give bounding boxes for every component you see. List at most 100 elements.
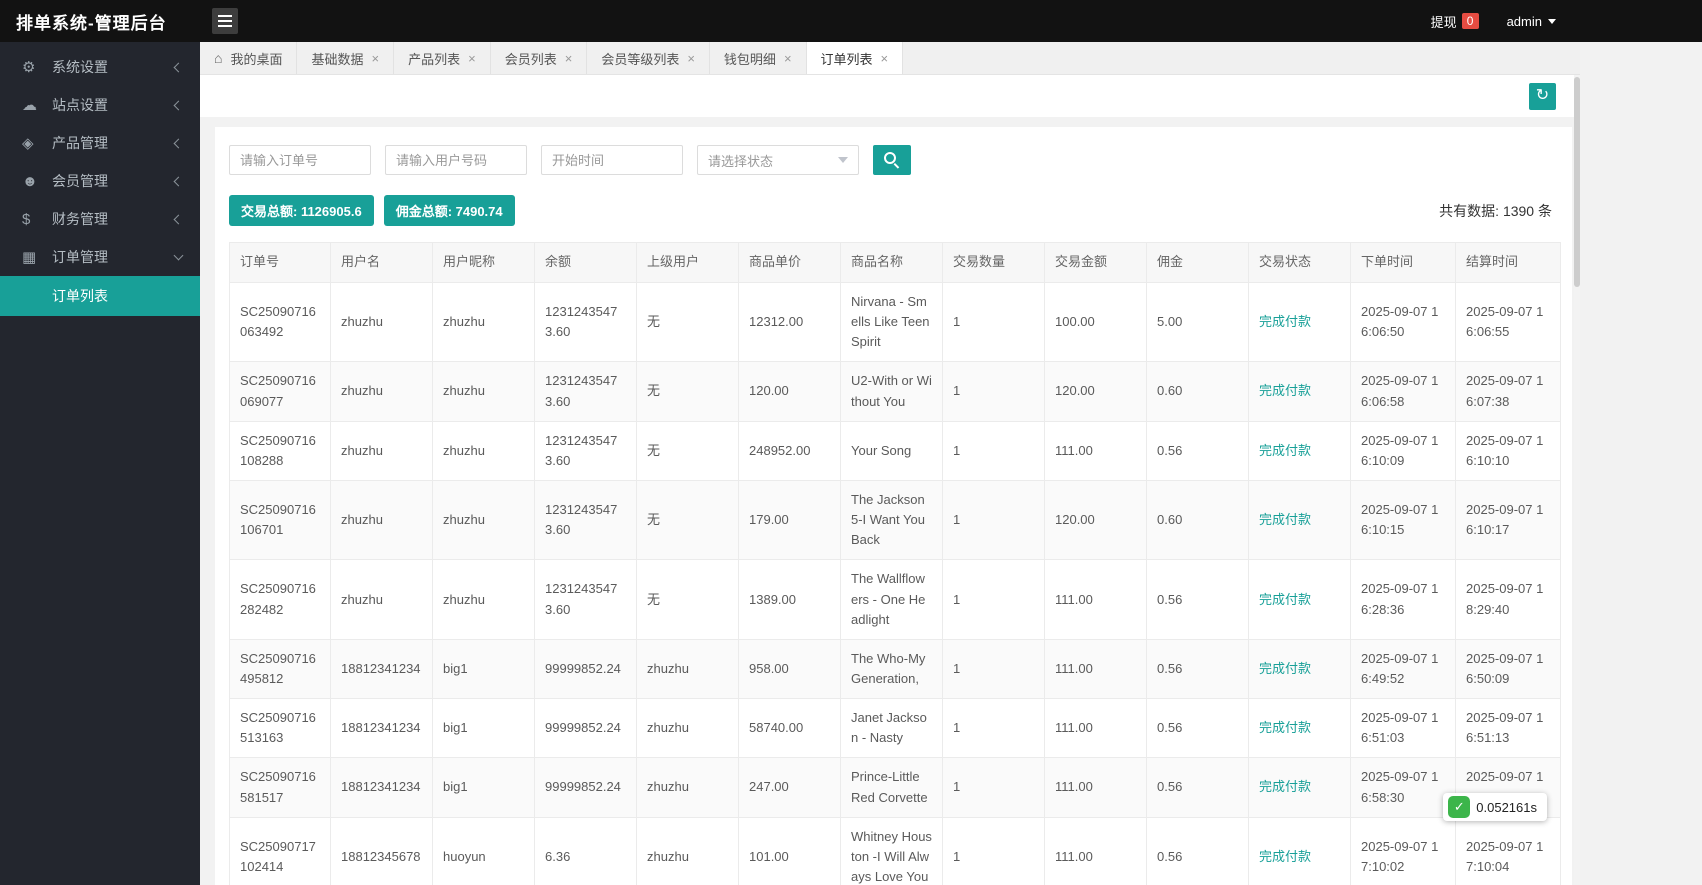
cell-order-time: 2025-09-07 16:06:50 [1351, 283, 1456, 362]
total-trade-badge[interactable]: 交易总额: 1126905.6 [229, 195, 374, 226]
close-icon[interactable]: × [687, 52, 695, 65]
cell-quantity: 1 [943, 817, 1045, 885]
cell-status: 完成付款 [1249, 639, 1351, 698]
tab-label: 基础数据 [311, 49, 363, 68]
column-header: 订单号 [230, 243, 331, 283]
cell-order-no: SC25090716108288 [230, 421, 331, 480]
total-commission-badge[interactable]: 佣金总额: 7490.74 [384, 195, 515, 226]
tab-basic-data[interactable]: 基础数据 × [297, 42, 394, 74]
close-icon[interactable]: × [565, 52, 573, 65]
cell-username: 18812345678 [331, 817, 433, 885]
performance-widget: ✓ 0.052161s [1443, 793, 1547, 821]
close-icon[interactable]: × [784, 52, 792, 65]
cell-amount: 111.00 [1045, 639, 1147, 698]
tab-order-list[interactable]: 订单列表× [807, 42, 904, 74]
close-icon[interactable]: × [372, 52, 380, 65]
cell-amount: 120.00 [1045, 480, 1147, 559]
cell-commission: 5.00 [1147, 283, 1249, 362]
sidebar-item-finance-management[interactable]: $财务管理 [0, 200, 200, 238]
cell-commission: 0.56 [1147, 421, 1249, 480]
table-row: SC2509071658151718812341234big199999852.… [230, 758, 1561, 817]
cell-status: 完成付款 [1249, 758, 1351, 817]
cell-quantity: 1 [943, 283, 1045, 362]
app-title: 排单系统-管理后台 [0, 9, 200, 34]
cell-status: 完成付款 [1249, 560, 1351, 639]
cell-order-no: SC25090716282482 [230, 560, 331, 639]
menu-toggle-button[interactable] [212, 8, 238, 34]
cell-product-name: The Wallflowers - One Headlight [841, 560, 943, 639]
cell-quantity: 1 [943, 480, 1045, 559]
tab-label: 产品列表 [408, 49, 460, 68]
cell-commission: 0.60 [1147, 362, 1249, 421]
cell-parent-user: zhuzhu [637, 758, 739, 817]
table-row: SC25090716282482zhuzhuzhuzhu12312435473.… [230, 560, 1561, 639]
cell-username: zhuzhu [331, 283, 433, 362]
cell-unit-price: 248952.00 [739, 421, 841, 480]
sidebar-item-product-management[interactable]: ◈产品管理 [0, 124, 200, 162]
gear-icon: ⚙ [22, 58, 52, 76]
table-row: SC2509071710241418812345678huoyun6.36zhu… [230, 817, 1561, 885]
refresh-button[interactable]: ↻ [1529, 83, 1556, 110]
cell-quantity: 1 [943, 699, 1045, 758]
table-row: SC2509071651316318812341234big199999852.… [230, 699, 1561, 758]
layout: ⚙系统设置☁站点设置◈产品管理☻会员管理$财务管理▦订单管理订单列表 ⌂我的桌面… [0, 42, 1580, 885]
topbar-right: 提现 0 admin [1431, 12, 1580, 31]
close-icon[interactable]: × [881, 52, 889, 65]
tab-label: 会员等级列表 [601, 49, 679, 68]
cell-amount: 111.00 [1045, 560, 1147, 639]
column-header: 下单时间 [1351, 243, 1456, 283]
toolbar: ↻ [200, 75, 1580, 117]
cell-commission: 0.60 [1147, 480, 1249, 559]
search-button[interactable] [873, 145, 911, 175]
sidebar-item-label: 产品管理 [52, 133, 175, 153]
close-icon[interactable]: × [468, 52, 476, 65]
tab-wallet-detail[interactable]: 钱包明细× [710, 42, 807, 74]
tab-member-level-list[interactable]: 会员等级列表 × [587, 42, 710, 74]
home-icon: ⌂ [214, 50, 222, 66]
performance-icon: ✓ [1448, 796, 1470, 818]
user-no-input[interactable] [385, 145, 527, 175]
column-header: 结算时间 [1456, 243, 1561, 283]
cell-parent-user: zhuzhu [637, 817, 739, 885]
chevron-down-icon [174, 250, 184, 260]
user-menu[interactable]: admin [1507, 14, 1556, 29]
column-header: 用户昵称 [433, 243, 535, 283]
cell-product-name: Janet Jackson - Nasty [841, 699, 943, 758]
tab-my-desktop[interactable]: ⌂我的桌面 [200, 42, 297, 74]
table-header-row: 订单号用户名用户昵称余额上级用户商品单价商品名称交易数量交易金额佣金交易状态下单… [230, 243, 1561, 283]
cell-product-name: The Who-My Generation, [841, 639, 943, 698]
finance-icon: $ [22, 211, 52, 228]
cell-unit-price: 12312.00 [739, 283, 841, 362]
cell-balance: 12312435473.60 [535, 560, 637, 639]
sidebar-item-order-management[interactable]: ▦订单管理 [0, 238, 200, 276]
scrollbar-thumb[interactable] [1574, 77, 1580, 287]
cell-product-name: Nirvana - Smells Like Teen Spirit [841, 283, 943, 362]
tab-member-list[interactable]: 会员列表× [491, 42, 588, 74]
withdraw-button[interactable]: 提现 0 [1431, 12, 1479, 31]
tab-product-list[interactable]: 产品列表 × [394, 42, 491, 74]
cell-commission: 0.56 [1147, 639, 1249, 698]
sidebar-item-member-management[interactable]: ☻会员管理 [0, 162, 200, 200]
cell-nickname: zhuzhu [433, 283, 535, 362]
sidebar-item-order-list[interactable]: 订单列表 [0, 276, 200, 316]
sidebar-item-site-settings[interactable]: ☁站点设置 [0, 86, 200, 124]
table-row: SC2509071649581218812341234big199999852.… [230, 639, 1561, 698]
cell-unit-price: 958.00 [739, 639, 841, 698]
chevron-left-icon [174, 100, 184, 110]
order-no-input[interactable] [229, 145, 371, 175]
chevron-left-icon [174, 176, 184, 186]
cell-product-name: Whitney Houston -I Will Always Love You [841, 817, 943, 885]
cell-parent-user: 无 [637, 362, 739, 421]
column-header: 交易状态 [1249, 243, 1351, 283]
site-icon: ☁ [22, 96, 52, 114]
status-select[interactable]: 请选择状态 [697, 145, 859, 175]
cell-unit-price: 247.00 [739, 758, 841, 817]
start-time-input[interactable] [541, 145, 683, 175]
cell-settle-time: 2025-09-07 16:07:38 [1456, 362, 1561, 421]
sidebar-item-system-settings[interactable]: ⚙系统设置 [0, 48, 200, 86]
cell-nickname: zhuzhu [433, 480, 535, 559]
cell-settle-time: 2025-09-07 16:10:10 [1456, 421, 1561, 480]
orders-table: 订单号用户名用户昵称余额上级用户商品单价商品名称交易数量交易金额佣金交易状态下单… [229, 242, 1561, 885]
cell-balance: 12312435473.60 [535, 480, 637, 559]
scrollbar[interactable] [1574, 75, 1580, 885]
